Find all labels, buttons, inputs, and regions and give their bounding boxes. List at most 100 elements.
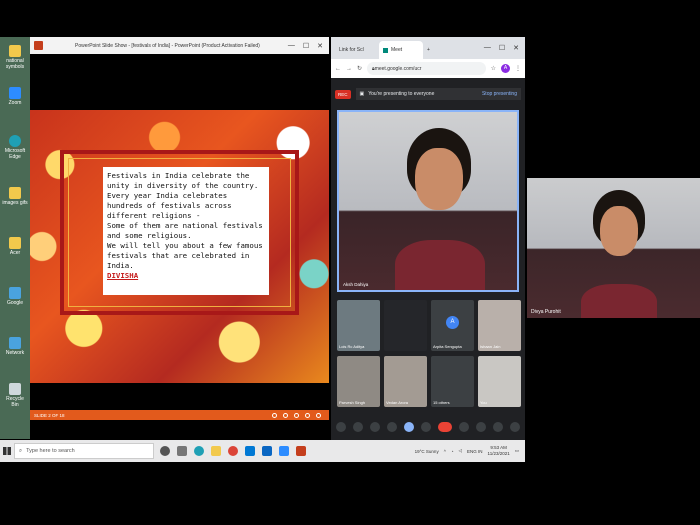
notifications-icon[interactable]: ▭ <box>515 448 519 454</box>
participant-tile[interactable]: Parvesh Singh <box>337 356 380 407</box>
powerpoint-window: PowerPoint Slide Show - [festivals of In… <box>30 37 329 420</box>
slide-body-text: Festivals in India celebrate the unity i… <box>107 171 263 270</box>
recording-badge: REC <box>335 89 351 99</box>
slide-author: DIVISHA <box>107 271 139 280</box>
captions-icon[interactable] <box>370 422 380 432</box>
self-tile[interactable]: You <box>478 356 521 407</box>
search-icon: ⌕ <box>19 447 23 454</box>
address-bar: ← → ↻ 🔒︎ meet.google.com/ucr ☆ A ⋮ <box>331 59 525 78</box>
more-options-icon[interactable] <box>316 412 321 418</box>
powerpoint-icon[interactable] <box>296 446 306 456</box>
participant-tile[interactable]: Lois Rc Aditya <box>337 300 380 351</box>
minimize-button[interactable]: — <box>288 42 295 50</box>
network-icon <box>9 337 21 349</box>
folder-icon <box>9 187 21 199</box>
chat-icon[interactable] <box>493 422 503 432</box>
participant-tile[interactable]: Vedan Arora <box>384 356 427 407</box>
desktop-icon-google[interactable]: Google <box>2 287 28 306</box>
meeting-controls <box>331 416 525 438</box>
end-call-button[interactable] <box>438 422 452 432</box>
mail-icon[interactable] <box>262 446 272 456</box>
desktop-icon-folder[interactable]: national symbols <box>2 45 28 70</box>
weather-widget[interactable]: 19°C Sunny <box>415 449 439 454</box>
clock[interactable]: 9:53 AM 11/23/2021 <box>488 445 510 457</box>
present-icon: ▣ <box>359 91 365 97</box>
taskbar-search[interactable]: ⌕ Type here to search <box>14 443 154 459</box>
minimize-button[interactable]: — <box>484 44 491 52</box>
microphone-icon[interactable] <box>336 422 346 432</box>
desktop-icon-network[interactable]: Network <box>2 337 28 356</box>
close-button[interactable]: ✕ <box>317 42 323 50</box>
participant-avatar: A <box>446 316 459 329</box>
edge-icon[interactable] <box>194 446 204 456</box>
self-name: Divya Purohit <box>531 309 561 315</box>
next-slide-icon[interactable] <box>283 412 288 418</box>
main-video-tile[interactable]: Aksh Dahiya <box>337 110 519 292</box>
system-tray: 19°C Sunny ^ ◔ ◁ ENG IN 9:53 AM 11/23/20… <box>415 445 525 457</box>
cortana-icon[interactable] <box>160 446 170 456</box>
more-options-icon[interactable] <box>421 422 431 432</box>
start-button[interactable] <box>0 447 14 455</box>
recycle-bin-icon <box>9 383 21 395</box>
zoom-icon <box>9 87 21 99</box>
profile-avatar[interactable]: A <box>501 64 510 73</box>
windows-icon <box>3 447 11 455</box>
network-icon[interactable]: ◔ <box>451 449 454 454</box>
forward-icon[interactable]: → <box>346 66 352 72</box>
screen-share-tile[interactable] <box>384 300 427 351</box>
self-video <box>581 188 657 318</box>
menu-icon[interactable]: ⋮ <box>515 65 521 72</box>
chrome-icon[interactable] <box>228 446 238 456</box>
pen-icon[interactable] <box>294 412 299 418</box>
desktop-icon-edge[interactable]: Microsoft Edge <box>2 135 28 160</box>
desktop-icon-images[interactable]: images gifs <box>2 187 28 206</box>
slide-textbox: Festivals in India celebrate the unity i… <box>103 167 269 295</box>
ppt-status-bar: SLIDE 2 OF 18 <box>30 410 329 420</box>
present-now-icon[interactable] <box>404 422 414 432</box>
others-tile[interactable]: 15 others <box>431 356 474 407</box>
stop-presenting-button[interactable]: Stop presenting <box>482 91 517 97</box>
slide[interactable]: Festivals in India celebrate the unity i… <box>30 110 329 383</box>
presenting-bar: REC ▣ You're presenting to everyone Stop… <box>335 86 521 102</box>
desktop-icon-acer[interactable]: Acer <box>2 237 28 256</box>
self-view-window[interactable]: Divya Purohit <box>527 178 700 318</box>
camera-icon[interactable] <box>353 422 363 432</box>
task-view-icon[interactable] <box>177 446 187 456</box>
volume-icon[interactable]: ◁ <box>459 448 462 454</box>
presenting-banner: ▣ You're presenting to everyone Stop pre… <box>355 88 521 100</box>
desktop-icon-recycle-bin[interactable]: Recycle Bin <box>2 383 28 408</box>
info-icon[interactable] <box>459 422 469 432</box>
file-explorer-icon[interactable] <box>211 446 221 456</box>
desktop-icon-zoom[interactable]: Zoom <box>2 87 28 106</box>
maximize-button[interactable]: ☐ <box>303 42 309 50</box>
tab-meet[interactable]: Meet <box>379 41 423 59</box>
tab-link[interactable]: Link for Scl <box>335 41 379 59</box>
store-icon[interactable] <box>245 446 255 456</box>
tab-strip: Link for Scl Meet + — ☐ ✕ <box>331 37 525 59</box>
reload-icon[interactable]: ↻ <box>357 65 362 72</box>
zoom-slide-icon[interactable] <box>305 412 310 418</box>
desktop-icons: national symbols Zoom Microsoft Edge ima… <box>0 37 30 439</box>
slide-counter: SLIDE 2 OF 18 <box>34 412 65 418</box>
language-indicator[interactable]: ENG IN <box>467 449 483 454</box>
participant-tile[interactable]: A Arpita Sengupta <box>431 300 474 351</box>
powerpoint-icon <box>34 41 43 50</box>
folder-icon <box>9 237 21 249</box>
participant-tile[interactable]: Ishaan Jain <box>478 300 521 351</box>
previous-slide-icon[interactable] <box>272 412 277 418</box>
people-icon[interactable] <box>476 422 486 432</box>
zoom-icon[interactable] <box>279 446 289 456</box>
new-tab-button[interactable]: + <box>423 41 437 59</box>
taskbar: ⌕ Type here to search 19°C Sunny ^ ◔ ◁ EN… <box>0 440 525 462</box>
close-button[interactable]: ✕ <box>513 44 519 52</box>
back-icon[interactable]: ← <box>335 66 341 72</box>
raise-hand-icon[interactable] <box>387 422 397 432</box>
activities-icon[interactable] <box>510 422 520 432</box>
star-icon[interactable]: ☆ <box>491 65 496 72</box>
edge-icon <box>9 135 21 147</box>
maximize-button[interactable]: ☐ <box>499 44 505 52</box>
folder-icon <box>9 45 21 57</box>
url-field[interactable]: 🔒︎ meet.google.com/ucr <box>367 62 486 75</box>
pinned-apps <box>160 446 306 456</box>
tray-chevron-icon[interactable]: ^ <box>444 449 446 454</box>
